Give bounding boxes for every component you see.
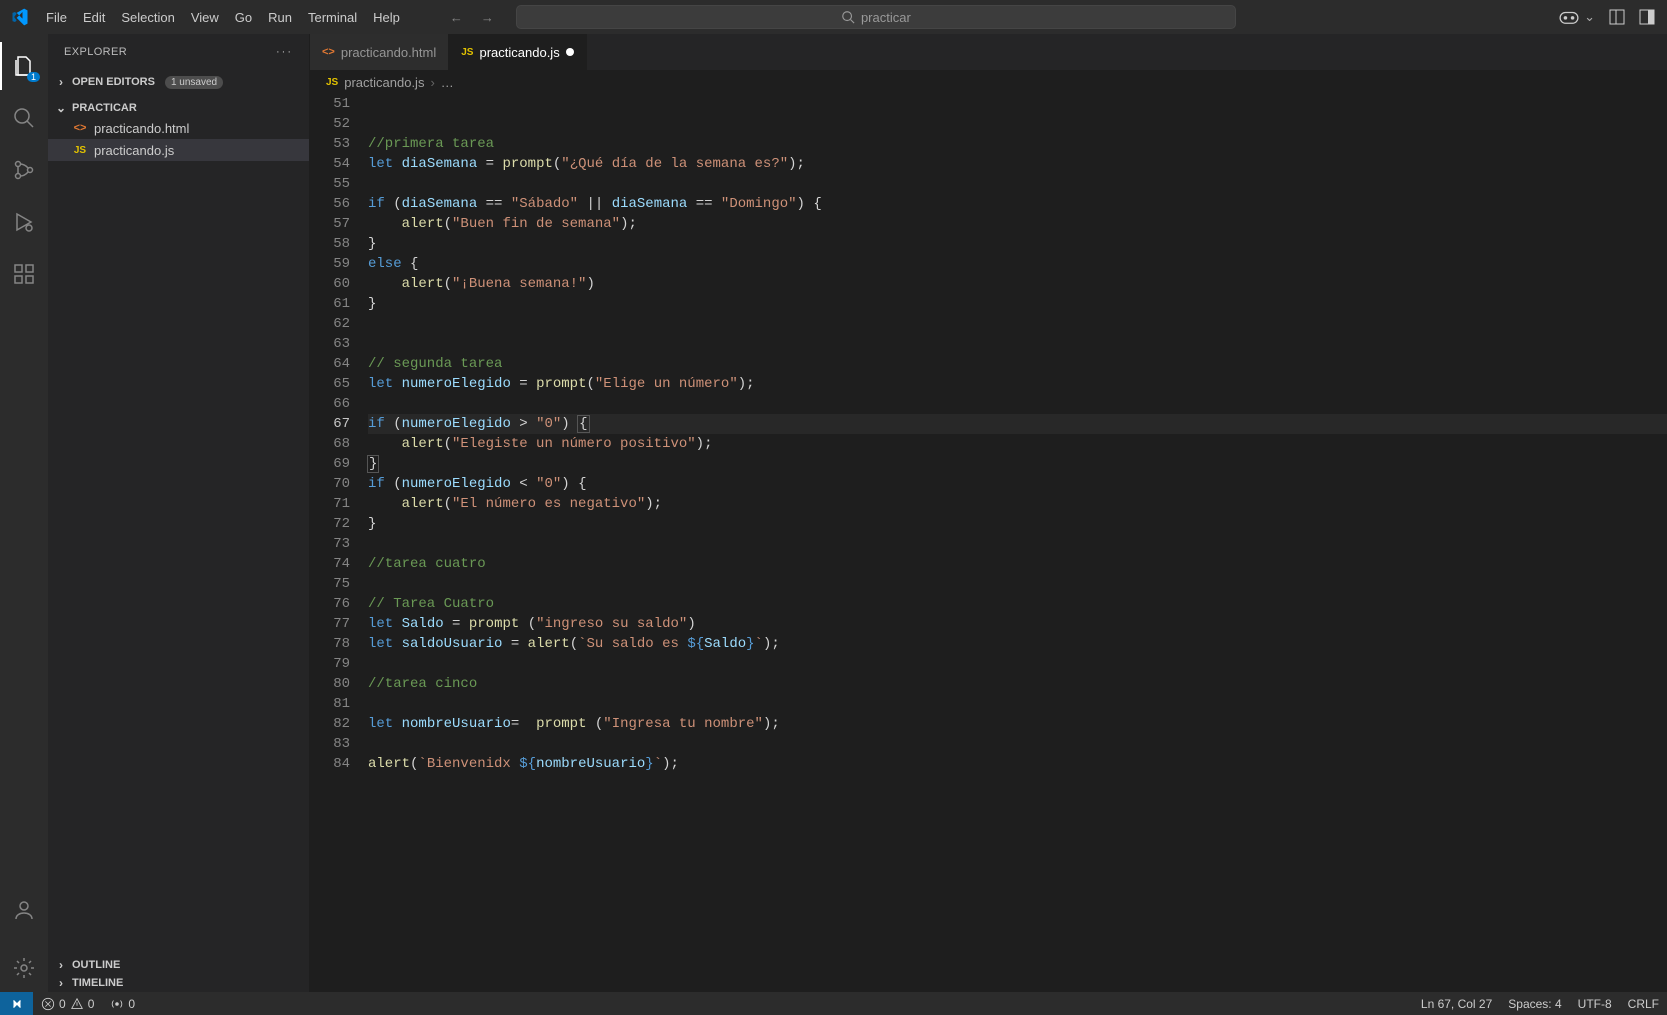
activity-scm-icon[interactable] (0, 146, 48, 194)
js-file-icon: JS (461, 47, 473, 58)
folder-root-section[interactable]: ⌄ PRACTICAR (48, 99, 309, 117)
vscode-logo-icon (10, 7, 30, 27)
layout-panel-icon[interactable] (1639, 9, 1655, 25)
layout-editor-icon[interactable] (1609, 9, 1625, 25)
activity-bar: 1 (0, 34, 48, 992)
search-icon (841, 10, 855, 24)
menu-run[interactable]: Run (260, 6, 300, 29)
radio-icon (110, 997, 124, 1011)
editor-area: <>practicando.htmlJSpracticando.js JS pr… (310, 34, 1667, 992)
cursor-position[interactable]: Ln 67, Col 27 (1413, 997, 1500, 1011)
menu-terminal[interactable]: Terminal (300, 6, 365, 29)
editor-tab[interactable]: <>practicando.html (310, 34, 449, 70)
unsaved-badge: 1 unsaved (165, 76, 223, 89)
more-icon[interactable]: ··· (276, 46, 293, 58)
ports-status[interactable]: 0 (102, 997, 143, 1011)
activity-settings-icon[interactable] (0, 944, 48, 992)
command-center[interactable]: practicar (516, 5, 1236, 29)
encoding-status[interactable]: UTF-8 (1570, 997, 1620, 1011)
file-tree-item[interactable]: <> practicando.html (48, 117, 309, 139)
activity-account-icon[interactable] (0, 886, 48, 934)
titlebar: FileEditSelectionViewGoRunTerminalHelp ←… (0, 0, 1667, 34)
activity-search-icon[interactable] (0, 94, 48, 142)
js-file-icon: JS (326, 77, 338, 88)
editor-tab[interactable]: JSpracticando.js (449, 34, 586, 70)
line-gutter: 5152535455565758596061626364656667686970… (310, 94, 368, 992)
menu-help[interactable]: Help (365, 6, 408, 29)
outline-section[interactable]: ›OUTLINE (48, 956, 309, 974)
menu-edit[interactable]: Edit (75, 6, 113, 29)
warning-icon (70, 997, 84, 1011)
menu-bar: FileEditSelectionViewGoRunTerminalHelp (38, 6, 408, 29)
chevron-right-icon: › (54, 976, 68, 990)
file-tree-item[interactable]: JS practicando.js (48, 139, 309, 161)
remote-button[interactable] (0, 992, 33, 1015)
sidebar: EXPLORER ··· › OPEN EDITORS 1 unsaved ⌄ … (48, 34, 310, 992)
file-name: practicando.html (94, 121, 189, 136)
html-file-icon: <> (72, 120, 88, 136)
dirty-indicator-icon (566, 48, 574, 56)
sidebar-header: EXPLORER ··· (48, 34, 309, 69)
editor-tabs: <>practicando.htmlJSpracticando.js (310, 34, 1667, 70)
code-content[interactable]: //primera tarealet diaSemana = prompt("¿… (368, 94, 1667, 992)
chevron-down-icon: ⌄ (54, 101, 68, 115)
error-icon (41, 997, 55, 1011)
chevron-down-icon[interactable]: ⌄ (1584, 9, 1595, 25)
command-center-text: practicar (861, 10, 911, 25)
nav-back-icon[interactable]: ← (450, 10, 463, 25)
eol-status[interactable]: CRLF (1620, 997, 1667, 1011)
chevron-right-icon: › (54, 958, 68, 972)
html-file-icon: <> (322, 46, 335, 58)
menu-go[interactable]: Go (227, 6, 260, 29)
status-bar: 0 0 0 Ln 67, Col 27 Spaces: 4 UTF-8 CRLF (0, 992, 1667, 1015)
chevron-right-icon: › (54, 75, 68, 89)
file-name: practicando.js (94, 143, 174, 158)
indent-status[interactable]: Spaces: 4 (1500, 997, 1569, 1011)
problems-status[interactable]: 0 0 (33, 997, 102, 1011)
menu-selection[interactable]: Selection (113, 6, 182, 29)
timeline-section[interactable]: ›TIMELINE (48, 974, 309, 992)
open-editors-section[interactable]: › OPEN EDITORS 1 unsaved (48, 73, 309, 91)
code-editor[interactable]: 5152535455565758596061626364656667686970… (310, 94, 1667, 992)
activity-run-icon[interactable] (0, 198, 48, 246)
menu-view[interactable]: View (183, 6, 227, 29)
sidebar-title: EXPLORER (64, 46, 127, 58)
breadcrumb[interactable]: JS practicando.js › … (310, 70, 1667, 94)
nav-forward-icon[interactable]: → (481, 10, 494, 25)
explorer-badge: 1 (27, 72, 40, 82)
menu-file[interactable]: File (38, 6, 75, 29)
activity-explorer-icon[interactable]: 1 (0, 42, 48, 90)
copilot-icon[interactable] (1558, 9, 1580, 25)
js-file-icon: JS (72, 142, 88, 158)
nav-arrows: ← → (450, 10, 494, 25)
file-tree: <> practicando.html JS practicando.js (48, 117, 309, 161)
activity-extensions-icon[interactable] (0, 250, 48, 298)
